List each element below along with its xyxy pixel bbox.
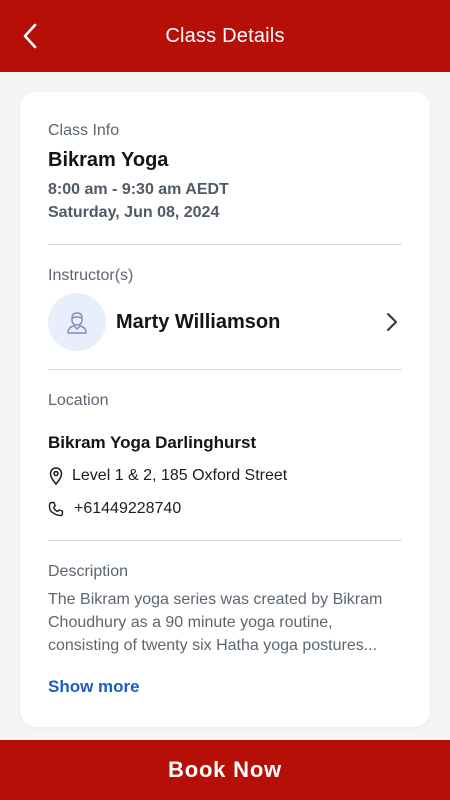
page-title: Class Details (165, 24, 285, 47)
location-name: Bikram Yoga Darlinghurst (48, 433, 257, 452)
avatar (48, 293, 106, 351)
instructor-chevron (382, 310, 402, 334)
map-pin-icon (48, 467, 64, 485)
address-text: Level 1 & 2, 185 Oxford Street (72, 467, 288, 484)
instructor-row[interactable]: Marty Williamson (48, 292, 402, 352)
instructor-label: Instructor(s) (48, 267, 134, 284)
location-label: Location (48, 392, 109, 409)
app-header: Class Details (0, 0, 450, 72)
address-row: Level 1 & 2, 185 Oxford Street (48, 467, 287, 485)
class-date: Saturday, Jun 08, 2024 (48, 204, 220, 221)
chevron-right-icon (387, 313, 397, 331)
instructor-name: Marty Williamson (116, 310, 281, 333)
phone-row[interactable]: +61449228740 (48, 500, 181, 518)
chevron-left-icon (23, 23, 37, 49)
divider (48, 369, 402, 370)
phone-icon (48, 500, 64, 518)
person-icon (67, 312, 87, 334)
show-more-link[interactable]: Show more (48, 677, 140, 697)
class-name: Bikram Yoga (48, 149, 169, 171)
divider (48, 540, 402, 541)
class-time: 8:00 am - 9:30 am AEDT (48, 181, 229, 198)
class-details-card: Class Info Bikram Yoga 8:00 am - 9:30 am… (20, 92, 430, 727)
class-info-label: Class Info (48, 122, 120, 139)
description-text: The Bikram yoga series was created by Bi… (48, 591, 383, 654)
divider (48, 244, 402, 245)
back-button[interactable] (12, 16, 48, 56)
book-now-button[interactable]: Book Now (0, 740, 450, 800)
description-label: Description (48, 563, 129, 580)
phone-text: +61449228740 (74, 500, 182, 517)
